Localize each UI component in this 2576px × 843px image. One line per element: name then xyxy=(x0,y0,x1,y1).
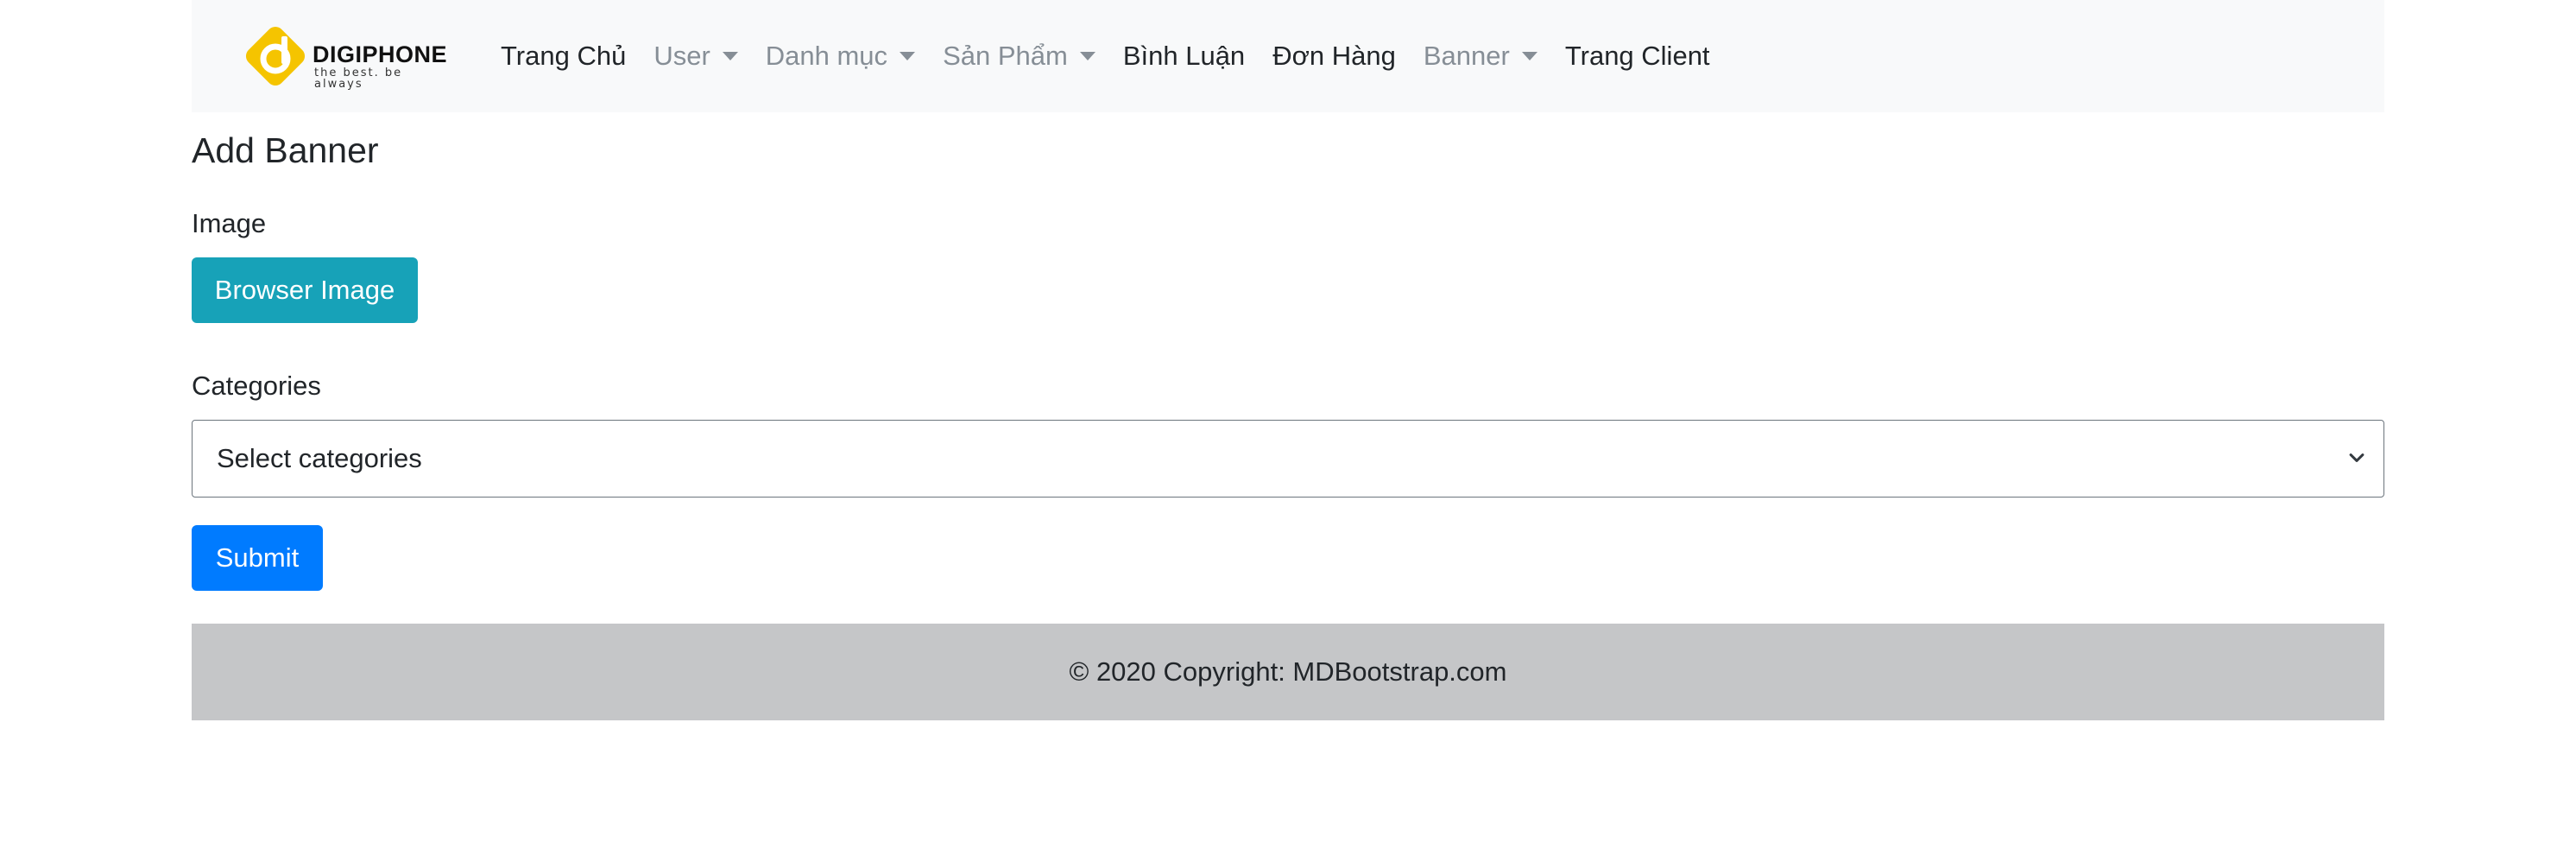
browse-image-button[interactable]: Browser Image xyxy=(192,257,418,323)
nav-item-banner[interactable]: Banner xyxy=(1424,41,1537,72)
brand-name: DIGIPHONE xyxy=(313,41,448,67)
image-label: Image xyxy=(192,208,267,238)
caret-down-icon xyxy=(1079,52,1095,60)
chevron-down-icon xyxy=(2349,453,2364,462)
page-footer: © 2020 Copyright: MDBootstrap.com xyxy=(192,624,2384,720)
nav-item-label: Danh mục xyxy=(765,41,888,71)
digiphone-logo-icon xyxy=(245,26,306,86)
caret-down-icon xyxy=(1521,52,1537,60)
categories-label: Categories xyxy=(192,371,321,401)
nav-item-binh-luan[interactable]: Bình Luận xyxy=(1123,41,1245,72)
nav-item-label: User xyxy=(653,41,710,71)
nav-item-trang-client[interactable]: Trang Client xyxy=(1565,41,1710,72)
top-navbar: DIGIPHONE the best. be always Trang Chủ … xyxy=(192,0,2384,112)
categories-select[interactable]: Select categories xyxy=(192,420,2384,498)
brand-logo[interactable]: DIGIPHONE the best. be always xyxy=(240,21,456,92)
nav-item-label: Bình Luận xyxy=(1122,41,1246,71)
caret-down-icon xyxy=(722,52,738,60)
nav-item-don-hang[interactable]: Đơn Hàng xyxy=(1272,41,1396,72)
categories-select-value: Select categories xyxy=(217,443,422,473)
brand-tagline: the best. be always xyxy=(314,67,403,91)
nav-item-san-pham[interactable]: Sản Phẩm xyxy=(943,41,1095,72)
nav-item-label: Sản Phẩm xyxy=(943,41,1068,71)
footer-copyright: © 2020 Copyright: MDBootstrap.com xyxy=(1069,656,1507,687)
submit-button[interactable]: Submit xyxy=(192,525,323,591)
nav-item-label: Trang Chủ xyxy=(501,41,627,71)
nav-menu: Trang Chủ User Danh mục Sản Phẩm Bình Lu… xyxy=(501,0,1738,112)
nav-item-label: Đơn Hàng xyxy=(1272,41,1396,71)
nav-item-label: Banner xyxy=(1423,41,1510,71)
nav-item-user[interactable]: User xyxy=(653,41,738,72)
page-title: Add Banner xyxy=(192,130,379,170)
nav-item-trang-chu[interactable]: Trang Chủ xyxy=(501,41,626,72)
nav-item-danh-muc[interactable]: Danh mục xyxy=(765,41,916,72)
caret-down-icon xyxy=(900,52,916,60)
nav-item-label: Trang Client xyxy=(1564,41,1710,71)
